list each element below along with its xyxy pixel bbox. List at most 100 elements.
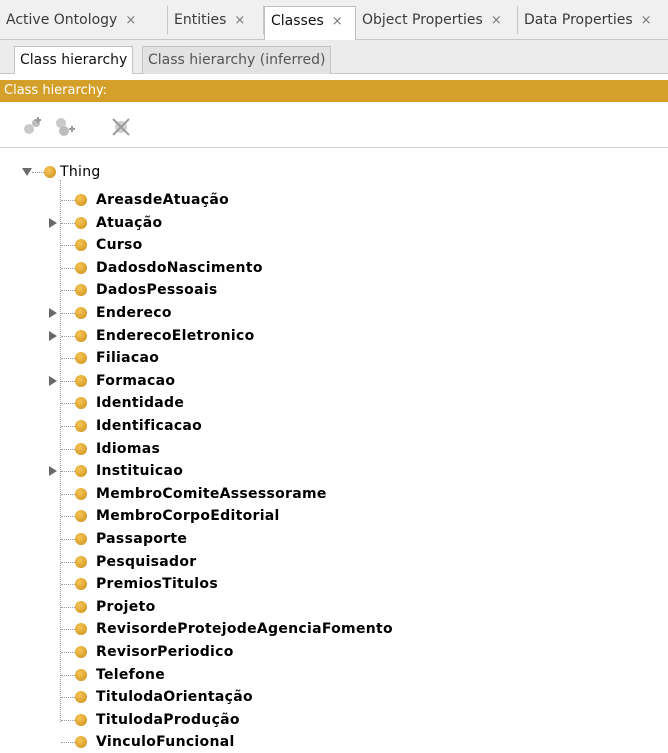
tree-connector xyxy=(61,675,75,676)
tab-classes[interactable]: Classes × xyxy=(264,6,356,40)
tree-connector xyxy=(61,720,75,721)
tree-node-label: PremiosTitulos xyxy=(96,576,218,592)
expand-arrow-icon[interactable] xyxy=(49,376,57,386)
tree-node-class[interactable]: EnderecoEletronico xyxy=(75,325,255,347)
tree-node-label: Identificacao xyxy=(96,418,203,434)
tree-node-label: RevisordeProtejodeAgenciaFomento xyxy=(96,621,393,637)
tree-node-label: Pesquisador xyxy=(96,554,197,570)
tab-label: Object Properties xyxy=(362,12,483,28)
add-sibling-class-icon[interactable] xyxy=(52,114,78,140)
class-icon xyxy=(75,669,87,681)
tree-node-class[interactable]: Curso xyxy=(75,234,143,256)
tree-node-label: MembroComiteAssessorame xyxy=(96,486,327,502)
tree-node-class[interactable]: AreasdeAtuação xyxy=(75,189,229,211)
view-tab-bar: Active Ontology × Entities × Classes × Obje… xyxy=(0,0,668,40)
tree-node-class[interactable]: Pesquisador xyxy=(75,551,197,573)
tree-node-class[interactable]: TitulodaOrientação xyxy=(75,686,253,708)
tree-node-label: Projeto xyxy=(96,599,156,615)
tree-node-label: Thing xyxy=(60,164,101,180)
expand-arrow-icon[interactable] xyxy=(49,308,57,318)
tree-node-class[interactable]: Filiacao xyxy=(75,347,159,369)
tree-node-class[interactable]: Idiomas xyxy=(75,438,160,460)
tree-node-class[interactable]: Instituicao xyxy=(75,460,183,482)
tree-node-class[interactable]: DadosdoNascimento xyxy=(75,257,263,279)
tree-connector xyxy=(61,742,75,743)
tree-node-label: Atuação xyxy=(96,215,163,231)
close-icon[interactable]: × xyxy=(332,14,343,29)
class-icon xyxy=(75,239,87,251)
tab-label: Data Properties xyxy=(524,12,633,28)
tree-connector xyxy=(61,584,75,585)
tab-label: Entities xyxy=(174,12,227,28)
tree-node-label: DadosPessoais xyxy=(96,282,218,298)
class-icon xyxy=(75,352,87,364)
class-icon xyxy=(75,465,87,477)
tab-class-hierarchy-inferred[interactable]: Class hierarchy (inferred) xyxy=(142,46,332,74)
tab-active-ontology[interactable]: Active Ontology × xyxy=(0,6,168,34)
tree-node-class[interactable]: Endereco xyxy=(75,302,172,324)
expand-arrow-icon[interactable] xyxy=(49,466,57,476)
tree-node-class[interactable]: Formacao xyxy=(75,370,175,392)
tree-node-thing[interactable]: Thing xyxy=(44,161,101,183)
class-icon xyxy=(75,510,87,522)
tree-node-class[interactable]: MembroCorpoEditorial xyxy=(75,505,280,527)
tree-connector xyxy=(61,652,75,653)
tab-entities[interactable]: Entities × xyxy=(168,6,264,34)
tree-node-class[interactable]: Identidade xyxy=(75,392,184,414)
expand-arrow-icon[interactable] xyxy=(49,218,57,228)
tree-connector xyxy=(61,629,75,630)
class-icon xyxy=(75,714,87,726)
close-icon[interactable]: × xyxy=(125,13,136,28)
collapse-arrow-icon[interactable] xyxy=(22,168,32,176)
class-icon xyxy=(75,307,87,319)
class-icon xyxy=(75,533,87,545)
tab-class-hierarchy[interactable]: Class hierarchy xyxy=(14,46,134,74)
tree-node-class[interactable]: Atuação xyxy=(75,212,162,234)
tree-connector xyxy=(61,516,75,517)
tree-connector xyxy=(61,607,75,608)
tab-data-properties[interactable]: Data Properties × xyxy=(518,6,668,34)
class-hierarchy-tree: Thing AreasdeAtuação Atuação Curso DadosdoN… xyxy=(0,148,668,750)
close-icon[interactable]: × xyxy=(641,13,652,28)
close-icon[interactable]: × xyxy=(234,13,245,28)
tree-node-class[interactable]: Telefone xyxy=(75,664,165,686)
delete-class-icon[interactable] xyxy=(108,114,134,140)
tree-connector xyxy=(61,381,75,382)
tree-node-class[interactable]: RevisorPeriodico xyxy=(75,641,234,663)
close-icon[interactable]: × xyxy=(491,13,502,28)
tree-node-label: Endereco xyxy=(96,305,172,321)
tree-connector xyxy=(61,697,75,698)
hierarchy-tab-bar: Class hierarchy Class hierarchy (inferre… xyxy=(0,40,668,74)
tree-node-label: TitulodaProdução xyxy=(96,712,240,728)
tree-node-label: MembroCorpoEditorial xyxy=(96,508,280,524)
tree-node-label: AreasdeAtuação xyxy=(96,192,230,208)
class-icon xyxy=(75,556,87,568)
tree-node-class[interactable]: MembroComiteAssessorame xyxy=(75,483,327,505)
class-icon xyxy=(75,691,87,703)
tree-node-class[interactable]: Passaporte xyxy=(75,528,187,550)
tree-node-class[interactable]: Projeto xyxy=(75,596,156,618)
tree-connector xyxy=(61,562,75,563)
tree-connector xyxy=(61,268,75,269)
tree-node-label: Passaporte xyxy=(96,531,188,547)
tree-connector xyxy=(60,180,61,722)
expand-arrow-icon[interactable] xyxy=(49,331,57,341)
tree-node-label: Filiacao xyxy=(96,350,160,366)
tree-node-class[interactable]: RevisordeProtejodeAgenciaFomento xyxy=(75,618,393,640)
tree-node-label: TitulodaOrientação xyxy=(96,689,253,705)
add-subclass-icon[interactable] xyxy=(20,114,46,140)
tree-node-class[interactable]: PremiosTitulos xyxy=(75,573,218,595)
class-icon xyxy=(75,443,87,455)
class-icon xyxy=(75,330,87,342)
tree-node-class[interactable]: Identificacao xyxy=(75,415,202,437)
class-icon xyxy=(75,578,87,590)
tree-connector xyxy=(61,223,75,224)
tree-node-class[interactable]: TitulodaProdução xyxy=(75,709,240,731)
tab-object-properties[interactable]: Object Properties × xyxy=(356,6,518,34)
tree-node-label: DadosdoNascimento xyxy=(96,260,263,276)
tab-label: Active Ontology xyxy=(6,12,118,28)
tree-node-class[interactable]: VinculoFuncional xyxy=(75,731,235,753)
tree-node-class[interactable]: DadosPessoais xyxy=(75,279,218,301)
tree-connector xyxy=(61,471,75,472)
tree-node-label: RevisorPeriodico xyxy=(96,644,234,660)
